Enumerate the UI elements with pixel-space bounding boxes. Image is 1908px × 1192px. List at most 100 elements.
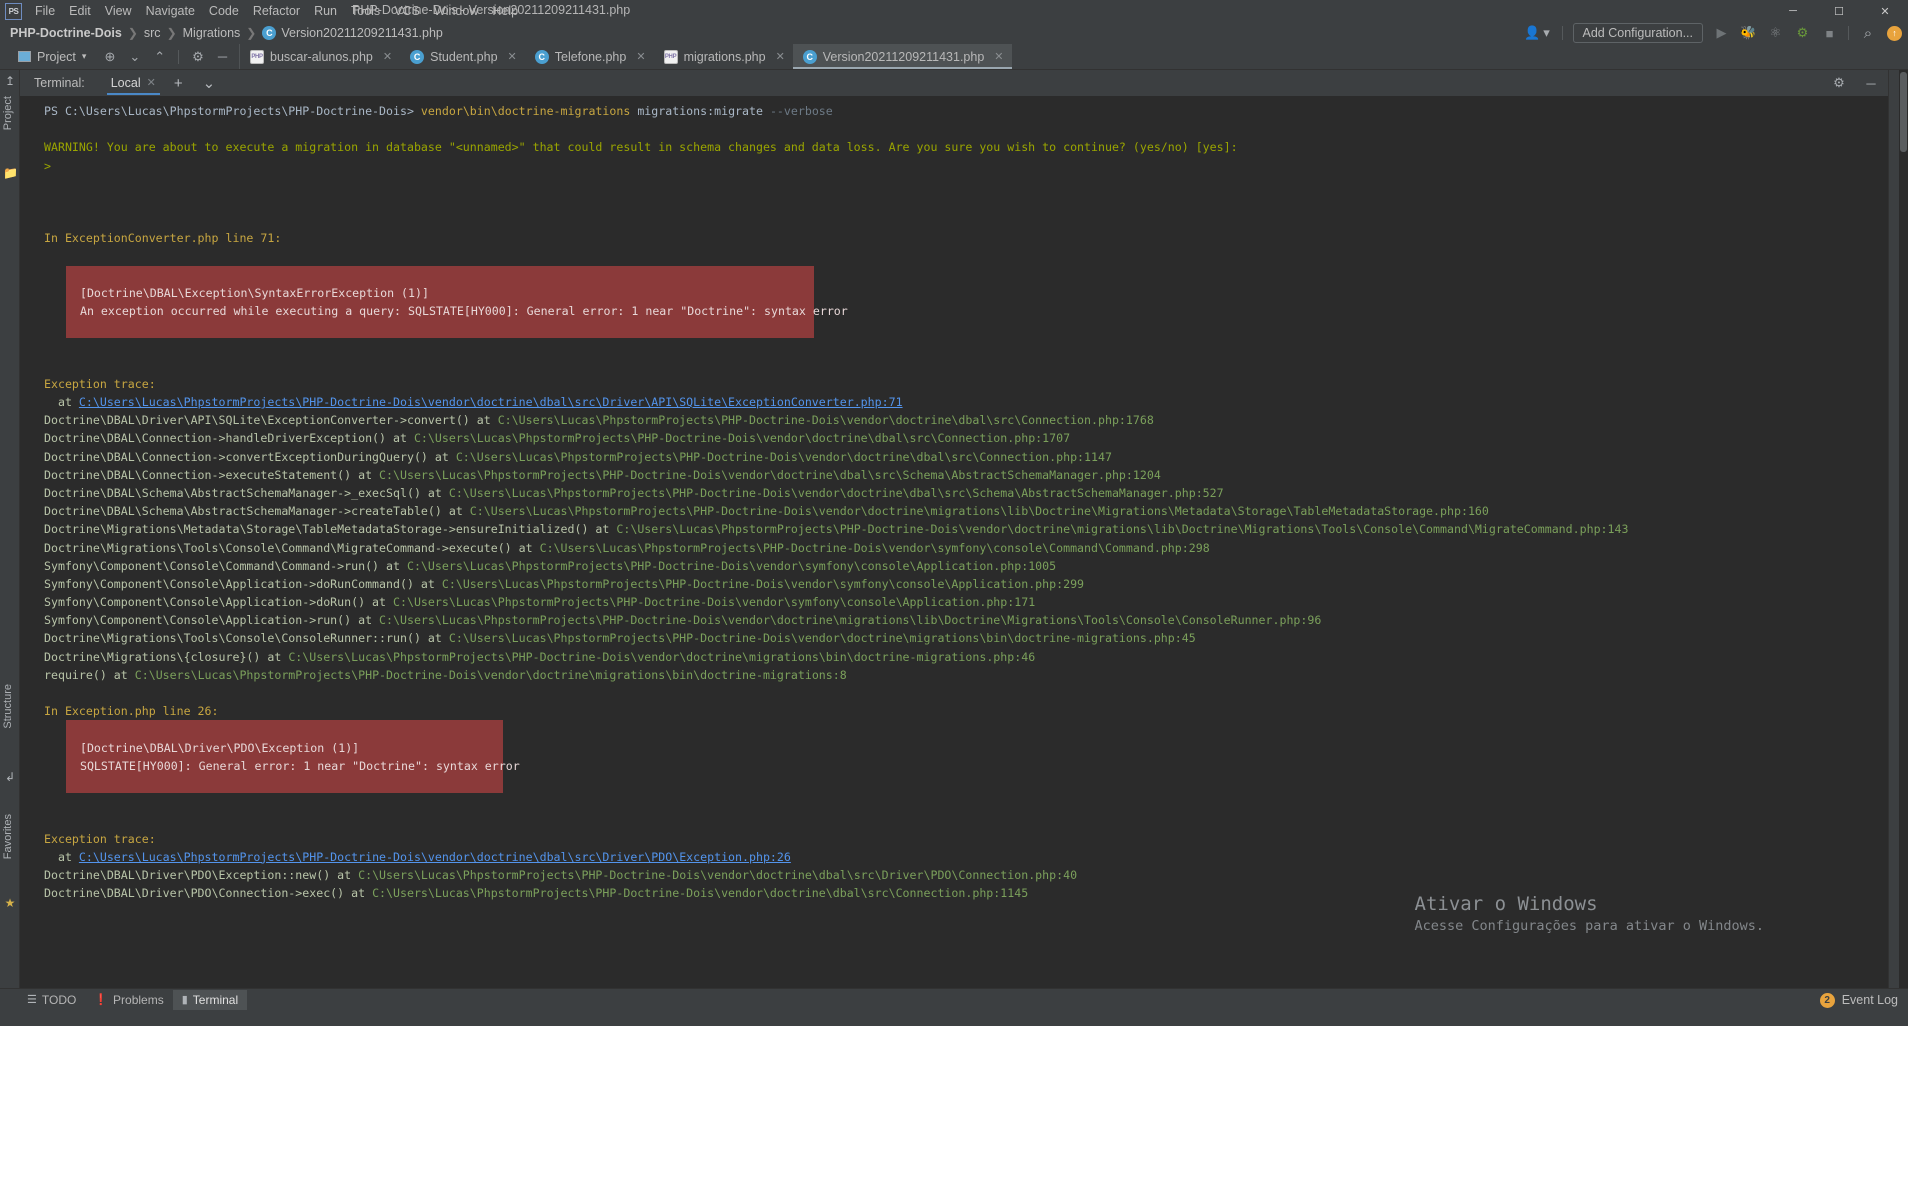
search-icon[interactable]: ⌕ bbox=[1859, 25, 1877, 42]
close-icon[interactable]: ✕ bbox=[508, 50, 517, 63]
trace-path[interactable]: C:\Users\Lucas\PhpstormProjects\PHP-Doct… bbox=[288, 650, 1035, 664]
menu-code[interactable]: Code bbox=[202, 2, 246, 20]
expand-all-icon[interactable]: ⌄ bbox=[123, 49, 146, 65]
updates-icon[interactable]: ↑ bbox=[1887, 25, 1902, 41]
pin-icon[interactable]: ↲ bbox=[3, 770, 17, 784]
watermark-subtitle: Acesse Configurações para ativar o Windo… bbox=[1414, 918, 1765, 934]
terminal-command-flag: --verbose bbox=[762, 104, 833, 118]
pin-icon[interactable]: ↥ bbox=[3, 74, 17, 88]
trace-at-label: at bbox=[44, 849, 79, 864]
star-icon[interactable]: ★ bbox=[3, 896, 17, 910]
gear-icon[interactable]: ⚙ bbox=[186, 49, 210, 65]
breadcrumb-src[interactable]: src bbox=[144, 26, 161, 40]
class-icon: C bbox=[262, 26, 277, 40]
trace-path[interactable]: C:\Users\Lucas\PhpstormProjects\PHP-Doct… bbox=[358, 868, 1077, 882]
chevron-down-icon[interactable]: ▾ bbox=[82, 51, 87, 62]
trace-path[interactable]: C:\Users\Lucas\PhpstormProjects\PHP-Doct… bbox=[372, 886, 1028, 900]
trace-call: Doctrine\Migrations\Metadata\Storage\Tab… bbox=[44, 522, 617, 537]
trace-link[interactable]: C:\Users\Lucas\PhpstormProjects\PHP-Doct… bbox=[79, 850, 791, 864]
trace-path[interactable]: C:\Users\Lucas\PhpstormProjects\PHP-Doct… bbox=[379, 468, 1161, 482]
trace-path[interactable]: C:\Users\Lucas\PhpstormProjects\PHP-Doct… bbox=[449, 631, 1196, 645]
tab-telefone[interactable]: C Telefone.php ✕ bbox=[524, 44, 654, 69]
close-icon[interactable]: ✕ bbox=[383, 50, 392, 63]
trace-path[interactable]: C:\Users\Lucas\PhpstormProjects\PHP-Doct… bbox=[414, 431, 1070, 445]
debug-bug-icon[interactable]: 🐝 bbox=[1740, 25, 1757, 41]
sidebar-tab-structure[interactable]: Structure bbox=[0, 680, 19, 733]
tab-buscar-alunos[interactable]: PHP buscar-alunos.php ✕ bbox=[240, 44, 401, 69]
terminal-scrollbar[interactable] bbox=[1899, 70, 1908, 988]
collapse-all-icon[interactable]: ⌃ bbox=[148, 49, 171, 65]
close-icon[interactable]: ✕ bbox=[994, 50, 1003, 63]
trace-path[interactable]: C:\Users\Lucas\PhpstormProjects\PHP-Doct… bbox=[456, 450, 1112, 464]
status-todo[interactable]: ☰ TODO bbox=[18, 990, 85, 1010]
trace-path[interactable]: C:\Users\Lucas\PhpstormProjects\PHP-Doct… bbox=[470, 504, 1489, 518]
sidebar-tab-project[interactable]: Project bbox=[0, 92, 19, 134]
close-icon[interactable]: ✕ bbox=[636, 50, 645, 63]
terminal-output[interactable]: PS C:\Users\Lucas\PhpstormProjects\PHP-D… bbox=[20, 96, 1888, 988]
profiler-icon[interactable]: ⚙ bbox=[1794, 25, 1811, 41]
event-log-count-badge: 2 bbox=[1819, 992, 1835, 1008]
menu-run[interactable]: Run bbox=[307, 2, 344, 20]
minimize-button[interactable]: ─ bbox=[1770, 0, 1816, 22]
tab-student[interactable]: C Student.php ✕ bbox=[400, 44, 525, 69]
breadcrumb-separator-icon: ❯ bbox=[127, 26, 138, 40]
stop-icon[interactable]: ■ bbox=[1821, 26, 1838, 41]
status-terminal[interactable]: ▮ Terminal bbox=[172, 989, 248, 1010]
trace-path[interactable]: C:\Users\Lucas\PhpstormProjects\PHP-Doct… bbox=[616, 522, 1628, 536]
trace-path[interactable]: C:\Users\Lucas\PhpstormProjects\PHP-Doct… bbox=[498, 413, 1154, 427]
chevron-down-icon[interactable]: ⌄ bbox=[193, 74, 226, 92]
terminal-tab-local[interactable]: Local ✕ bbox=[103, 72, 164, 95]
menu-view[interactable]: View bbox=[98, 2, 139, 20]
hide-panel-icon[interactable]: ─ bbox=[212, 49, 233, 64]
warning-icon: ❗ bbox=[94, 994, 109, 1006]
user-profile-icon[interactable]: 👤 bbox=[1524, 25, 1542, 41]
tab-label: Version20211209211431.php bbox=[822, 49, 985, 64]
trace-call: Doctrine\DBAL\Schema\AbstractSchemaManag… bbox=[44, 485, 449, 500]
tab-migrations[interactable]: PHP migrations.php ✕ bbox=[653, 44, 793, 69]
status-problems[interactable]: ❗ Problems bbox=[85, 990, 172, 1010]
trace-path[interactable]: C:\Users\Lucas\PhpstormProjects\PHP-Doct… bbox=[449, 486, 1224, 500]
menu-file[interactable]: File bbox=[28, 2, 62, 20]
trace-path[interactable]: C:\Users\Lucas\PhpstormProjects\PHP-Doct… bbox=[442, 577, 1084, 591]
status-event-log[interactable]: Event Log bbox=[1842, 993, 1898, 1007]
menu-edit[interactable]: Edit bbox=[62, 2, 98, 20]
trace-path[interactable]: C:\Users\Lucas\PhpstormProjects\PHP-Doct… bbox=[407, 559, 1056, 573]
locate-file-icon[interactable]: ⊕ bbox=[98, 49, 121, 65]
sidebar-tab-favorites[interactable]: Favorites bbox=[0, 810, 19, 863]
exception1-header: In ExceptionConverter.php line 71: bbox=[44, 231, 282, 246]
trace-path[interactable]: C:\Users\Lucas\PhpstormProjects\PHP-Doct… bbox=[393, 595, 1035, 609]
folder-icon[interactable]: 📁 bbox=[3, 166, 18, 180]
close-button[interactable]: ✕ bbox=[1862, 0, 1908, 22]
add-configuration-button[interactable]: Add Configuration... bbox=[1572, 23, 1703, 43]
maximize-button[interactable]: ☐ bbox=[1816, 0, 1862, 22]
hide-panel-icon[interactable]: ─ bbox=[1862, 76, 1880, 91]
breadcrumb-migrations[interactable]: Migrations bbox=[183, 26, 241, 40]
breadcrumb-file[interactable]: Version20211209211431.php bbox=[281, 26, 443, 40]
trace-link[interactable]: C:\Users\Lucas\PhpstormProjects\PHP-Doct… bbox=[79, 395, 903, 409]
trace1-first-line: at C:\Users\Lucas\PhpstormProjects\PHP-D… bbox=[44, 393, 1888, 411]
trace-path[interactable]: C:\Users\Lucas\PhpstormProjects\PHP-Doct… bbox=[540, 541, 1210, 555]
terminal-label: Terminal: bbox=[34, 76, 85, 90]
run-icon[interactable]: ▶ bbox=[1713, 25, 1730, 41]
php-class-icon: C bbox=[410, 49, 425, 64]
menu-refactor[interactable]: Refactor bbox=[246, 2, 307, 20]
trace-call: Symfony\Component\Console\Command\Comman… bbox=[44, 558, 407, 573]
php-class-icon: C bbox=[534, 49, 549, 64]
new-terminal-button[interactable]: + bbox=[164, 75, 193, 92]
trace-call: Doctrine\DBAL\Connection->convertExcepti… bbox=[44, 449, 456, 464]
close-icon[interactable]: ✕ bbox=[147, 76, 156, 89]
trace-row: Symfony\Component\Console\Application->r… bbox=[44, 611, 1888, 629]
desktop-background bbox=[0, 1010, 1908, 1192]
exception1-block: [Doctrine\DBAL\Exception\SyntaxErrorExce… bbox=[44, 265, 1888, 339]
menu-navigate[interactable]: Navigate bbox=[139, 2, 202, 20]
close-icon[interactable]: ✕ bbox=[776, 50, 785, 63]
chevron-down-icon[interactable]: ▾ bbox=[1542, 25, 1552, 41]
gear-icon[interactable]: ⚙ bbox=[1830, 75, 1848, 91]
project-label[interactable]: Project bbox=[37, 50, 76, 64]
scrollbar-thumb[interactable] bbox=[1900, 72, 1907, 152]
breadcrumb-project[interactable]: PHP-Doctrine-Dois bbox=[10, 26, 122, 40]
tab-version20211209211431[interactable]: C Version20211209211431.php ✕ bbox=[792, 44, 1012, 69]
run-with-coverage-icon[interactable]: ⚛ bbox=[1767, 25, 1784, 41]
trace-path[interactable]: C:\Users\Lucas\PhpstormProjects\PHP-Doct… bbox=[379, 613, 1321, 627]
trace-path[interactable]: C:\Users\Lucas\PhpstormProjects\PHP-Doct… bbox=[135, 668, 847, 682]
